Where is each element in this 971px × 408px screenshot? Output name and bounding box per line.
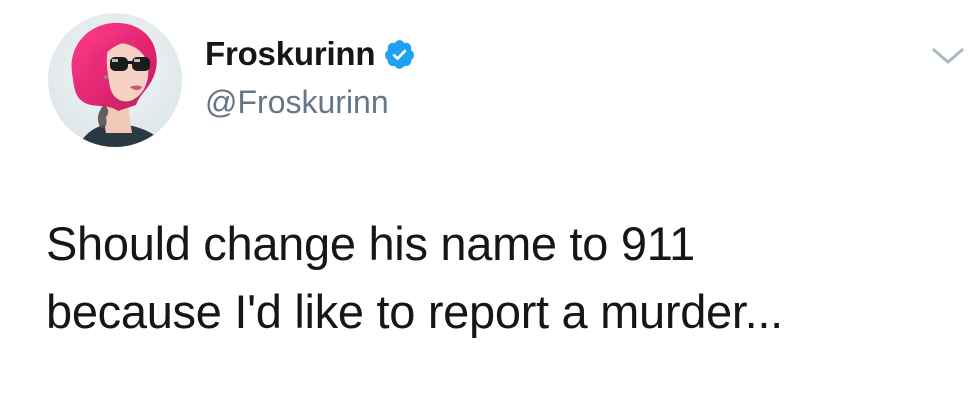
verified-badge-icon <box>383 38 416 71</box>
tweet-text-line: because I'd like to report a murder... <box>46 285 783 338</box>
chevron-down-icon[interactable] <box>930 44 966 68</box>
user-handle[interactable]: @Froskurinn <box>205 84 389 121</box>
tweet-body: Should change his name to 911 because I'… <box>46 210 946 346</box>
tweet-card: Froskurinn @Froskurinn Should change his… <box>0 0 971 408</box>
avatar[interactable] <box>48 13 182 147</box>
tweet-text-line: Should change his name to 911 <box>46 217 695 270</box>
profile-photo <box>48 13 182 147</box>
author-name-row[interactable]: Froskurinn <box>205 34 416 74</box>
display-name[interactable]: Froskurinn <box>205 35 376 73</box>
